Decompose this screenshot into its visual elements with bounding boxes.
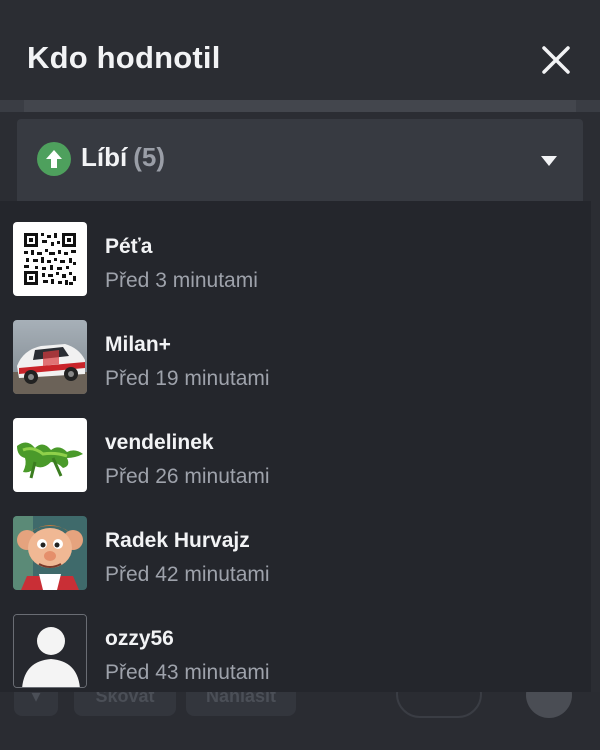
vote-time: Před 43 minutami [105, 661, 270, 684]
close-icon [542, 46, 570, 74]
list-item[interactable]: vendelinek Před 26 minutami [0, 407, 600, 505]
modal-header: Kdo hodnotil [0, 10, 600, 100]
voter-name: ozzy56 [105, 627, 174, 650]
voter-name: Péťa [105, 235, 153, 258]
dropdown-count: (5) [133, 142, 165, 172]
arrow-up-circle-icon [37, 142, 71, 176]
vote-time: Před 3 minutami [105, 269, 258, 292]
voters-list: Péťa Před 3 minutami Milan+ Před 19 minu… [0, 201, 600, 692]
vote-time: Před 42 minutami [105, 563, 270, 586]
default-person-avatar [13, 614, 87, 688]
voter-name: Milan+ [105, 333, 171, 356]
vote-time: Před 19 minutami [105, 367, 270, 390]
puppet-avatar [13, 516, 87, 590]
who-rated-modal: Kdo hodnotil Líbí (5) Péťa Před 3 minuta… [0, 10, 600, 692]
voter-name: Radek Hurvajz [105, 529, 250, 552]
vote-time: Před 26 minutami [105, 465, 270, 488]
green-lizard-avatar [13, 418, 87, 492]
list-item[interactable]: ozzy56 Před 43 minutami [0, 603, 600, 701]
dropdown-label: Líbí (5) [81, 142, 165, 173]
qr-code-avatar [13, 222, 87, 296]
header-divider [0, 100, 600, 112]
rally-car-avatar [13, 320, 87, 394]
list-item[interactable]: Péťa Před 3 minutami [0, 211, 600, 309]
list-item[interactable]: Milan+ Před 19 minutami [0, 309, 600, 407]
rating-type-dropdown[interactable]: Líbí (5) [17, 119, 583, 201]
list-scroll-edge [591, 201, 600, 692]
modal-title: Kdo hodnotil [27, 40, 221, 75]
voter-name: vendelinek [105, 431, 214, 454]
close-button[interactable] [538, 42, 574, 78]
caret-down-icon [541, 156, 557, 166]
list-item[interactable]: Radek Hurvajz Před 42 minutami [0, 505, 600, 603]
dropdown-label-text: Líbí [81, 142, 128, 172]
